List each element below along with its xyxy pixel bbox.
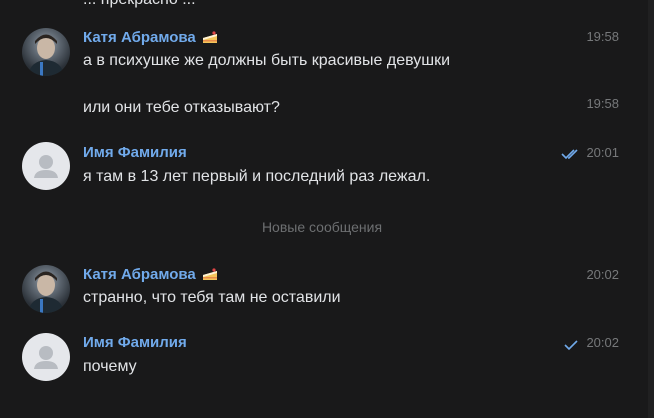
new-messages-divider: Новые сообщения — [261, 219, 383, 235]
message-sender[interactable]: Катя Абрамова — [83, 28, 218, 50]
person-photo-icon — [28, 271, 64, 313]
avatar[interactable] — [22, 333, 70, 381]
user-placeholder-icon — [34, 346, 58, 369]
avatar[interactable] — [22, 28, 70, 76]
message-text: а в психушке же должны быть красивые дев… — [83, 52, 451, 69]
message-text: или они тебе отказывают? — [83, 99, 280, 116]
message-time: 20:02 — [586, 335, 619, 350]
sender-name[interactable]: Имя Фамилия — [83, 333, 187, 353]
cake-icon — [202, 267, 218, 287]
sender-name[interactable]: Имя Фамилия — [83, 143, 187, 163]
sender-name[interactable]: Катя Абрамова — [83, 266, 196, 283]
chat-history: ... прекрасно ... Катя Абрамова 19:58 а … — [0, 0, 654, 418]
user-placeholder-icon — [34, 155, 58, 178]
sender-name[interactable]: Катя Абрамова — [83, 29, 196, 46]
double-check-icon — [561, 147, 581, 165]
check-icon — [563, 338, 579, 356]
message-sender[interactable]: Катя Абрамова — [83, 265, 218, 287]
cake-icon — [202, 30, 218, 50]
message-time: 19:58 — [586, 96, 619, 111]
message-text: почему — [83, 358, 137, 375]
avatar[interactable] — [22, 142, 70, 190]
message-text: я там в 13 лет первый и последний раз ле… — [83, 168, 431, 185]
scrollbar[interactable] — [648, 0, 654, 418]
person-photo-icon — [28, 34, 64, 76]
message-time: 20:01 — [586, 145, 619, 160]
message-text: странно, что тебя там не оставили — [83, 289, 341, 306]
message-time: 19:58 — [586, 29, 619, 44]
avatar[interactable] — [22, 265, 70, 313]
message-time: 20:02 — [586, 267, 619, 282]
cut-off-message-text: ... прекрасно ... — [83, 0, 196, 10]
